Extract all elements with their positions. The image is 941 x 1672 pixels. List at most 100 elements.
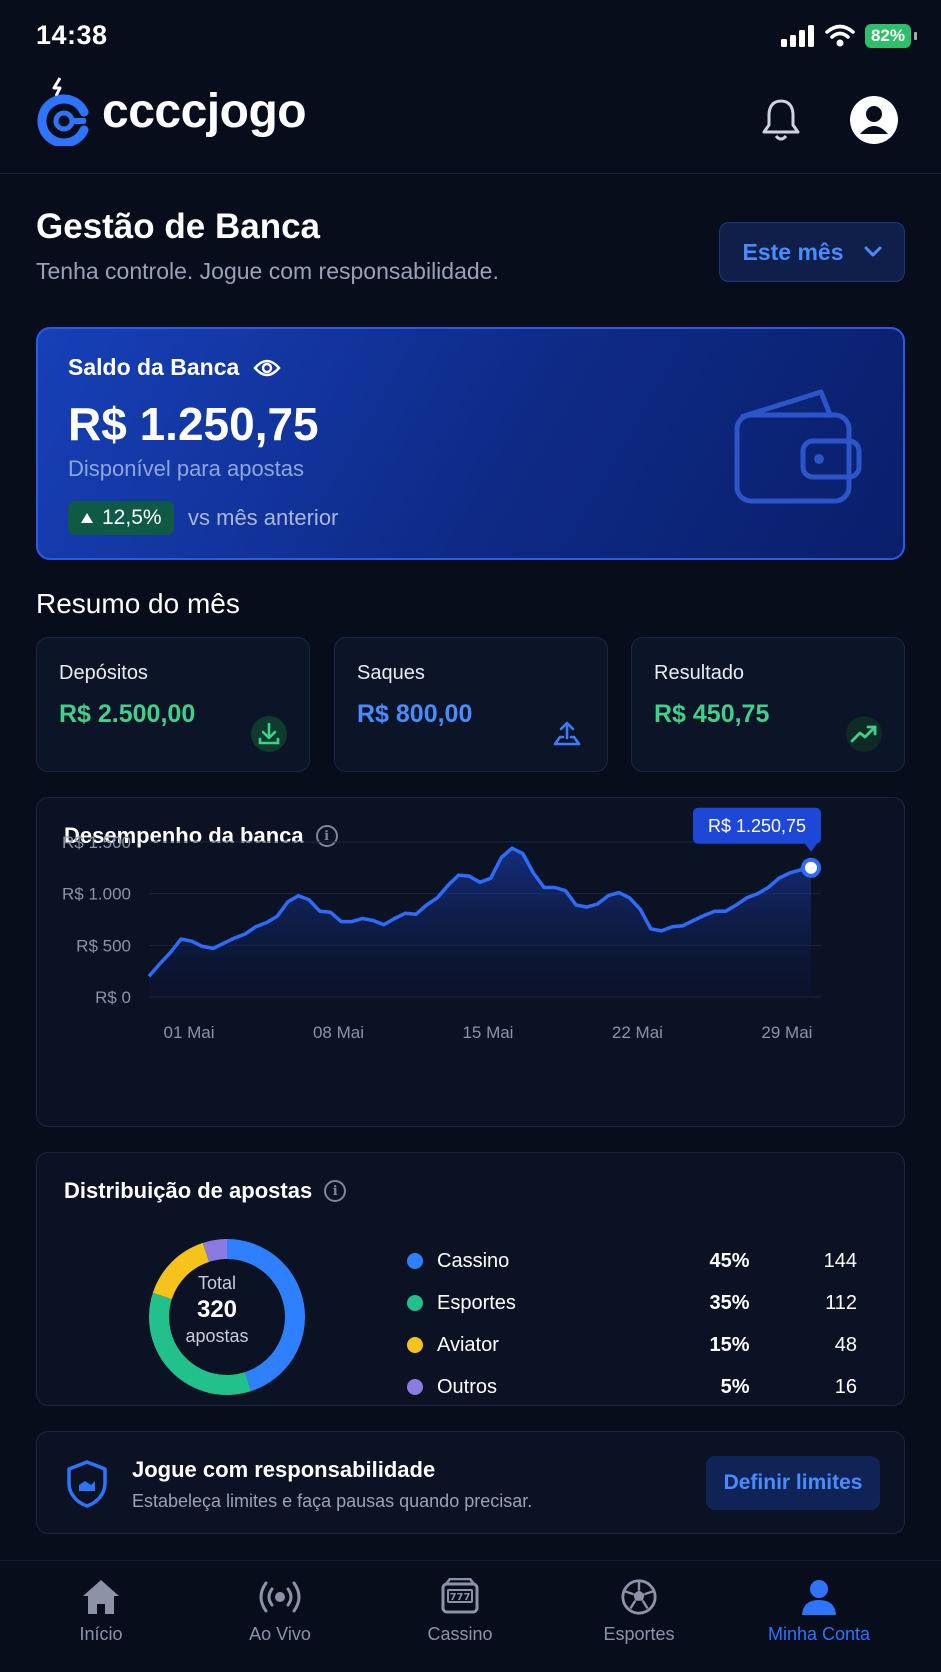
chevron-down-icon [864, 246, 881, 257]
chart-y-tick-label: R$ 0 [95, 988, 131, 1007]
nav-item-ao-vivo[interactable]: Ao Vivo [205, 1578, 355, 1645]
legend-pct: 45% [709, 1249, 750, 1272]
user-icon [802, 1580, 836, 1615]
nav-item-cassino[interactable]: 777 Cassino [385, 1578, 535, 1645]
page-title: Gestão de Banca [36, 207, 320, 246]
legend-pct: 15% [709, 1333, 750, 1356]
legend-item-aviator[interactable]: Aviator 15% 48 [407, 1330, 857, 1360]
nav-item-minha-conta[interactable]: Minha Conta [744, 1578, 894, 1645]
notifications-button[interactable] [760, 97, 802, 148]
summary-card-withdrawals[interactable]: Saques R$ 800,00 [334, 637, 608, 772]
brand-mark-icon [37, 77, 89, 146]
chart-x-tick-label: 08 Mai [313, 1023, 364, 1042]
chart-y-tick-label: R$ 1.500 [62, 833, 131, 852]
info-icon[interactable]: i [324, 1180, 347, 1202]
period-selector-label: Este mês [742, 238, 844, 265]
home-icon [83, 1580, 119, 1614]
legend-dot [407, 1337, 423, 1353]
header-divider [0, 173, 941, 174]
summary-card-value: R$ 800,00 [357, 700, 473, 728]
soccer-ball-icon [621, 1579, 657, 1615]
brand-logo[interactable]: ccccjogo [34, 76, 307, 146]
distribution-title: Distribuição de apostas [64, 1178, 313, 1203]
page-subtitle: Tenha controle. Jogue com responsabilida… [36, 258, 499, 284]
trend-value: 12,5% [102, 506, 162, 529]
legend-name: Esportes [437, 1291, 516, 1314]
distribution-title-row: Distribuição de apostas i [64, 1178, 347, 1204]
chart-highlight-point[interactable] [801, 857, 821, 878]
legend-dot [407, 1295, 423, 1311]
bell-icon [762, 99, 800, 141]
summary-card-deposits[interactable]: Depósitos R$ 2.500,00 [36, 637, 310, 772]
chart-area [149, 848, 811, 997]
nav-label: Ao Vivo [249, 1624, 311, 1644]
summary-card-result[interactable]: Resultado R$ 450,75 [631, 637, 905, 772]
summary-card-value: R$ 2.500,00 [59, 700, 196, 728]
nav-label: Início [79, 1624, 123, 1644]
summary-card-label: Resultado [654, 662, 745, 684]
wallet-icon [734, 389, 862, 504]
nav-label: Esportes [603, 1624, 675, 1644]
donut-total-label: Total [197, 1273, 237, 1293]
balance-caption: Disponível para apostas [68, 456, 305, 481]
user-avatar-icon [860, 106, 888, 134]
legend-name: Aviator [437, 1333, 499, 1356]
summary-card-label: Saques [357, 662, 425, 684]
status-icons: 82% [780, 24, 918, 48]
balance-value: R$ 1.250,75 [68, 398, 319, 450]
responsible-gaming-card: Jogue com responsabilidade Estabeleça li… [36, 1431, 905, 1534]
balance-label-row: Saldo da Banca [68, 354, 281, 381]
legend-dot [407, 1253, 423, 1269]
donut-center: Total 320 apostas [162, 1273, 272, 1347]
trend-up-icon [846, 716, 882, 752]
summary-title: Resumo do mês [36, 588, 240, 619]
balance-label: Saldo da Banca [68, 354, 240, 380]
brand-name: ccccjogo [102, 84, 307, 138]
eye-icon[interactable] [253, 358, 281, 378]
nav-item-esportes[interactable]: Esportes [564, 1578, 714, 1645]
performance-chart: R$ 1.500 R$ 1.000 R$ 500 R$ 0 01 Mai 08 Mai 15… [62, 807, 821, 1042]
nav-divider [0, 1560, 941, 1561]
chart-x-tick-label: 22 Mai [612, 1023, 663, 1042]
profile-button[interactable] [850, 96, 898, 144]
withdraw-icon [549, 716, 585, 752]
legend-count: 112 [825, 1291, 857, 1314]
legend-item-cassino[interactable]: Cassino 45% 144 [407, 1246, 857, 1276]
legend-name: Outros [437, 1375, 498, 1398]
signal-icon [780, 25, 814, 47]
legend-pct: 35% [709, 1291, 750, 1314]
balance-card: Saldo da Banca R$ 1.250,75 Disponível pa… [36, 327, 905, 560]
period-selector[interactable]: Este mês [719, 222, 905, 282]
legend-count: 144 [823, 1249, 857, 1272]
donut-total-unit: apostas [185, 1326, 249, 1346]
wifi-icon [825, 24, 855, 47]
legend-item-esportes[interactable]: Esportes 35% 112 [407, 1288, 857, 1318]
legend-count: 48 [834, 1333, 857, 1356]
donut-total-value: 320 [196, 1296, 238, 1323]
chart-y-tick-label: R$ 1.000 [62, 885, 131, 904]
chart-tooltip-text: R$ 1.250,75 [708, 816, 806, 836]
legend-item-outros[interactable]: Outros 5% 16 [407, 1372, 857, 1402]
download-icon [251, 716, 287, 752]
triangle-up-icon [81, 513, 93, 523]
summary-card-value: R$ 450,75 [654, 700, 770, 728]
distribution-card: Distribuição de apostas i Total 320 apos… [36, 1152, 905, 1406]
trend-text: vs mês anterior [188, 505, 339, 530]
legend-dot [407, 1379, 423, 1395]
nav-label: Minha Conta [767, 1624, 871, 1644]
chart-x-tick-label: 15 Mai [462, 1023, 513, 1042]
battery-indicator: 82% [864, 24, 918, 48]
responsible-title: Jogue com responsabilidade [132, 1457, 436, 1482]
live-icon [259, 1581, 301, 1613]
performance-card: Desempenho da banca i R$ 1.500 R$ 1.000 R$… [36, 797, 905, 1127]
set-limits-button[interactable]: Definir limites [706, 1456, 880, 1510]
chart-x-tick-label: 29 Mai [761, 1023, 812, 1042]
slot-machine-icon: 777 [441, 1578, 479, 1614]
nav-label: Cassino [427, 1624, 493, 1644]
nav-item-inicio[interactable]: Início [26, 1578, 176, 1645]
responsible-subtitle: Estabeleça limites e faça pausas quando … [132, 1491, 533, 1511]
chart-x-tick-label: 01 Mai [163, 1023, 214, 1042]
shield-icon [67, 1460, 107, 1508]
svg-text:777: 777 [450, 1592, 471, 1603]
summary-card-label: Depósitos [59, 662, 148, 684]
